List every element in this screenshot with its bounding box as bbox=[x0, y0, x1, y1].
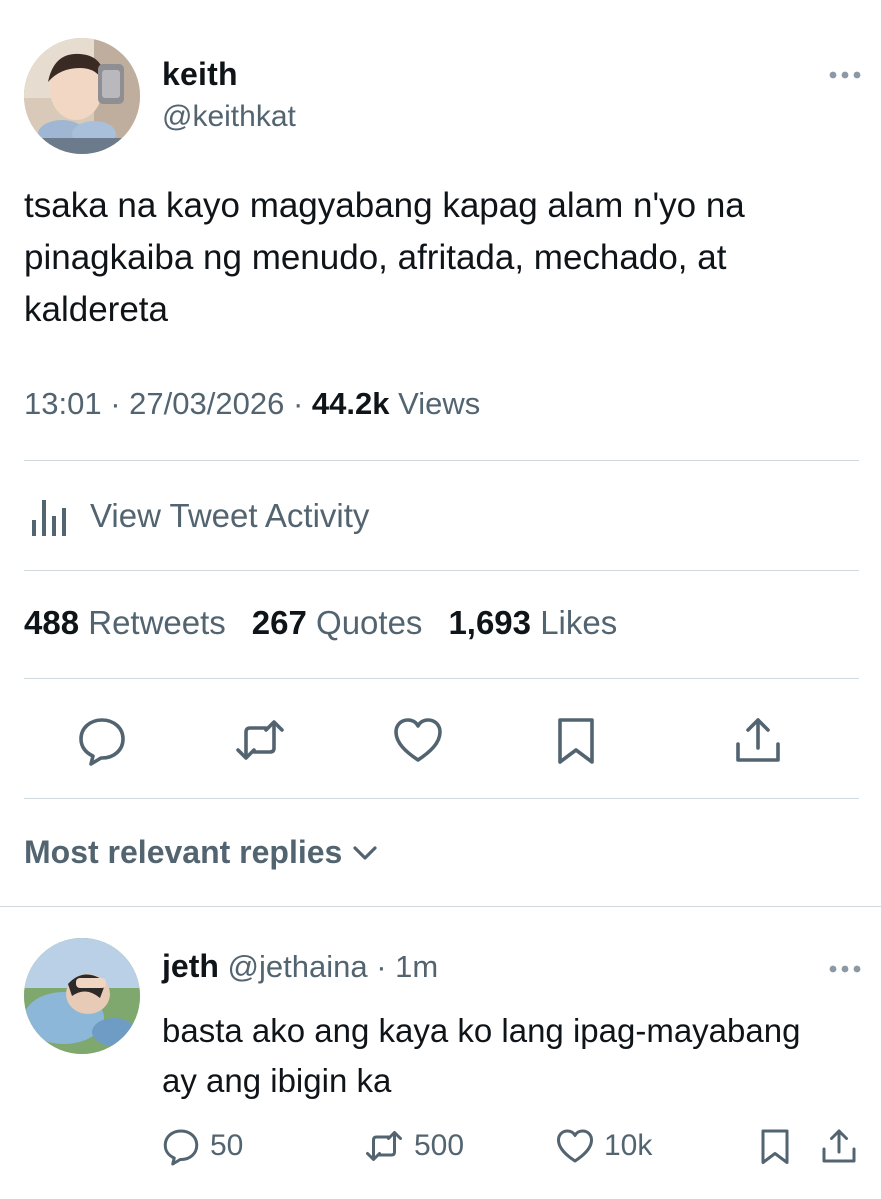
view-tweet-activity-label: View Tweet Activity bbox=[90, 497, 370, 534]
comment-icon bbox=[79, 718, 125, 766]
tweet-detail-page: keith @keithkat tsaka na kayo magyabang … bbox=[0, 0, 881, 1199]
reply-reply-button[interactable]: 50 bbox=[160, 1122, 243, 1170]
reply-header: jeth @jethaina · 1m bbox=[162, 948, 438, 985]
likes-label: Likes bbox=[540, 604, 618, 641]
retweet-button[interactable] bbox=[232, 712, 288, 768]
reply-text: basta ako ang kaya ko lang ipag-mayabang… bbox=[162, 1012, 801, 1099]
comment-icon bbox=[163, 1129, 199, 1166]
tweet-time[interactable]: 13:01 bbox=[24, 386, 102, 421]
author-handle[interactable]: @keithkat bbox=[162, 100, 296, 134]
more-options-icon[interactable] bbox=[828, 66, 862, 84]
bookmark-icon bbox=[558, 718, 594, 764]
reply-bookmark-button[interactable] bbox=[754, 1122, 796, 1170]
divider bbox=[24, 798, 859, 799]
heart-icon bbox=[557, 1129, 593, 1163]
share-button[interactable] bbox=[730, 712, 786, 768]
bar-chart-icon bbox=[32, 500, 66, 536]
divider bbox=[24, 460, 859, 461]
like-button[interactable] bbox=[390, 712, 446, 768]
replies-sort-label: Most relevant replies bbox=[24, 834, 343, 870]
reply-age[interactable]: 1m bbox=[395, 949, 438, 984]
reply-avatar-image bbox=[24, 938, 140, 1054]
retweet-icon bbox=[366, 1131, 402, 1161]
divider bbox=[0, 906, 881, 907]
reply-author-handle[interactable]: @jethaina bbox=[228, 949, 368, 984]
meta-separator: · bbox=[292, 386, 304, 421]
reply-button[interactable] bbox=[74, 712, 130, 768]
tweet-action-bar bbox=[0, 712, 881, 768]
reply-like-button[interactable]: 10k bbox=[554, 1122, 652, 1170]
divider bbox=[24, 678, 859, 679]
retweets-label: Retweets bbox=[88, 604, 226, 641]
bookmark-button[interactable] bbox=[548, 712, 604, 768]
retweets-stat[interactable]: 488 Retweets bbox=[24, 604, 226, 642]
reply-author-display-name[interactable]: jeth bbox=[162, 948, 219, 984]
reply-author-avatar[interactable] bbox=[24, 938, 140, 1054]
author-display-name[interactable]: keith bbox=[162, 56, 238, 93]
tweet-meta: 13:01 · 27/03/2026 · 44.2k Views bbox=[24, 386, 480, 422]
author-avatar-image bbox=[24, 38, 140, 154]
divider bbox=[24, 570, 859, 571]
reply-separator: · bbox=[376, 949, 387, 984]
share-icon bbox=[736, 718, 780, 762]
replies-sort-dropdown[interactable]: Most relevant replies bbox=[24, 834, 378, 871]
quotes-label: Quotes bbox=[316, 604, 423, 641]
reply-reply-count: 50 bbox=[210, 1129, 244, 1162]
likes-count: 1,693 bbox=[448, 604, 532, 641]
heart-icon bbox=[394, 718, 442, 762]
tweet-text: tsaka na kayo magyabang kapag alam n'yo … bbox=[24, 186, 745, 329]
retweet-icon bbox=[236, 720, 284, 760]
author-avatar[interactable] bbox=[24, 38, 140, 154]
reply-like-count: 10k bbox=[604, 1129, 653, 1162]
engagement-stats: 488 Retweets 267 Quotes 1,693 Likes bbox=[24, 604, 643, 642]
reply-more-options-icon[interactable] bbox=[828, 960, 862, 978]
reply-share-button[interactable] bbox=[818, 1122, 860, 1170]
tweet-date[interactable]: 27/03/2026 bbox=[129, 386, 284, 421]
retweets-count: 488 bbox=[24, 604, 80, 641]
meta-separator: · bbox=[110, 386, 121, 421]
view-tweet-activity-button[interactable]: View Tweet Activity bbox=[24, 494, 369, 538]
quotes-stat[interactable]: 267 Quotes bbox=[252, 604, 423, 642]
views-count: 44.2k bbox=[311, 386, 390, 421]
reply-action-bar: 50 500 10k bbox=[0, 1122, 881, 1172]
share-icon bbox=[822, 1129, 856, 1163]
reply-retweet-count: 500 bbox=[414, 1129, 465, 1162]
views-label: Views bbox=[398, 386, 481, 421]
bookmark-icon bbox=[761, 1129, 789, 1164]
chevron-down-icon bbox=[353, 845, 377, 860]
quotes-count: 267 bbox=[251, 604, 307, 641]
reply-retweet-button[interactable]: 500 bbox=[362, 1122, 464, 1170]
likes-stat[interactable]: 1,693 Likes bbox=[448, 604, 617, 642]
